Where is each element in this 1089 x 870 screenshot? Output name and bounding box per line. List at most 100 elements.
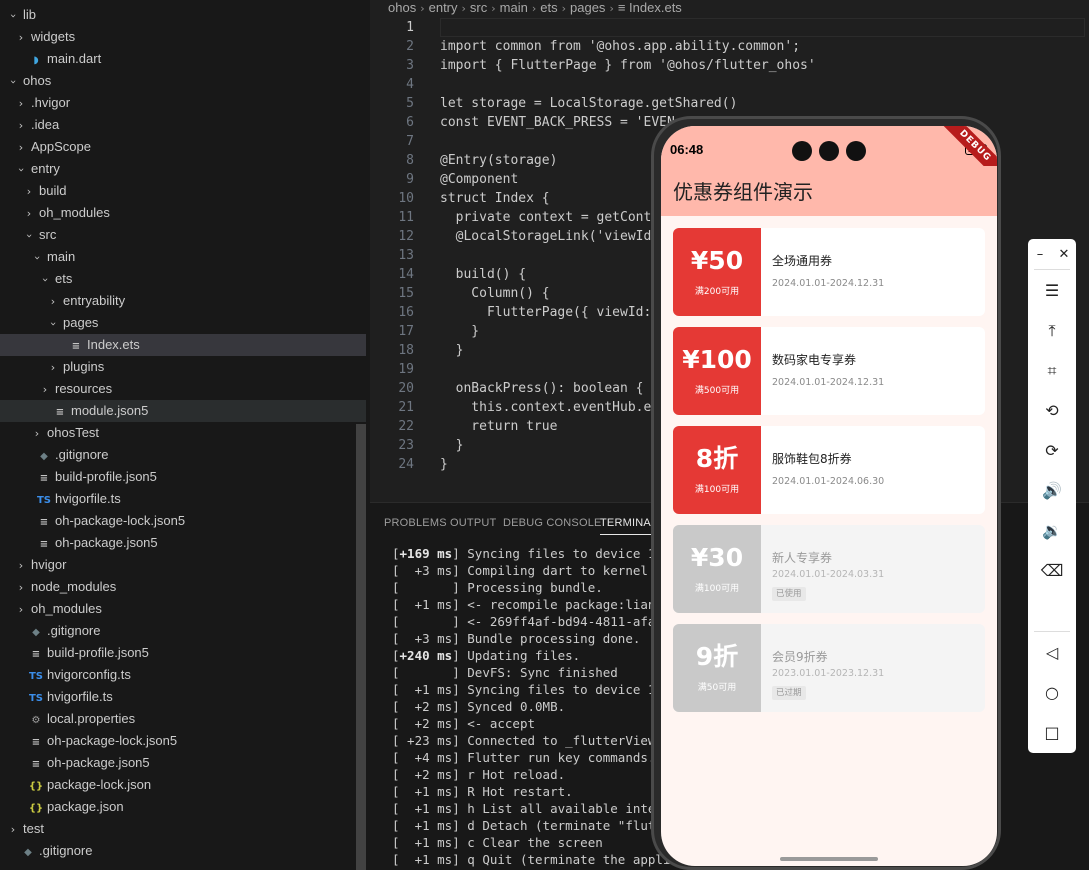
folder-item[interactable]: › .idea	[0, 114, 366, 136]
terminal-text: d Detach (terminate "flutt	[467, 818, 663, 833]
terminal-text: q Quit (terminate the appli	[467, 852, 671, 867]
coupon-name: 会员9折券	[772, 650, 828, 664]
tab-output[interactable]: OUTPUT	[450, 517, 496, 529]
code-text: import common from '@ohos.app.ability.co…	[440, 39, 801, 54]
coupon-card[interactable]: ¥30 满100可用 新人专享券 2024.01.01-2024.03.31 已使用	[673, 525, 985, 613]
code-line: 5 let storage = LocalStorage.getShared()	[370, 94, 1089, 113]
coupon-card[interactable]: 9折 满50可用 会员9折券 2023.01.01-2023.12.31 已过期	[673, 624, 985, 712]
folder-item[interactable]: › hvigor	[0, 554, 366, 576]
tree-item-label: hvigor	[31, 557, 67, 572]
tab-debug-console[interactable]: DEBUG CONSOLE	[503, 517, 602, 529]
folder-item[interactable]: › pages	[0, 312, 366, 334]
breadcrumb-item[interactable]: entry	[429, 0, 458, 15]
folder-item[interactable]: › test	[0, 818, 366, 840]
folder-item[interactable]: › entryability	[0, 290, 366, 312]
file-item[interactable]: TS hvigorfile.ts	[0, 488, 366, 510]
folder-item[interactable]: › AppScope	[0, 136, 366, 158]
folder-item[interactable]: › ohos	[0, 70, 366, 92]
breadcrumb-item[interactable]: ohos	[388, 0, 416, 15]
rotate-clockwise-icon[interactable]: ⟳	[1028, 439, 1076, 463]
emulator-toolbar: – ✕ ☰ ⤒ ⌗ ⟲ ⟳ 🔊 🔉 ⌫ ◁ ○ □	[1028, 239, 1076, 753]
volume-down-icon[interactable]: 🔉	[1028, 519, 1076, 543]
tree-item-label: hvigorfile.ts	[47, 689, 113, 704]
chevron-down-icon: ›	[39, 277, 52, 283]
tree-item-label: .gitignore	[39, 843, 93, 858]
coupon-card[interactable]: 8折 满100可用 服饰鞋包8折券 2024.01.01-2024.06.30	[673, 426, 985, 514]
tab-problems[interactable]: PROBLEMS	[384, 517, 447, 529]
tab-terminal[interactable]: TERMINAL	[600, 517, 658, 535]
explorer-scrollbar[interactable]	[356, 424, 366, 870]
coupon-name: 数码家电专享券	[772, 353, 857, 367]
home-icon[interactable]: ○	[1028, 681, 1076, 705]
folder-item[interactable]: › .hvigor	[0, 92, 366, 114]
file-item[interactable]: ◗ main.dart	[0, 48, 366, 70]
folder-item[interactable]: › entry	[0, 158, 366, 180]
recents-icon[interactable]: □	[1028, 721, 1076, 745]
minimize-icon[interactable]: –	[1028, 243, 1052, 267]
file-item[interactable]: {} package.json	[0, 796, 366, 818]
folder-item[interactable]: › node_modules	[0, 576, 366, 598]
file-item[interactable]: {} package-lock.json	[0, 774, 366, 796]
coupon-card[interactable]: ¥50 满200可用 全场通用券 2024.01.01-2024.12.31	[673, 228, 985, 316]
folder-item[interactable]: › resources	[0, 378, 366, 400]
phone-screen[interactable]: 06:48 100 DEBUG 优惠券组件演示 ¥50 满200可用 全场通用券 20…	[661, 126, 997, 866]
tree-item-label: hvigorconfig.ts	[47, 667, 131, 682]
back-icon[interactable]: ◁	[1028, 641, 1076, 665]
close-icon[interactable]: ✕	[1052, 243, 1076, 267]
folder-item[interactable]: › build	[0, 180, 366, 202]
terminal-text: h List all available inter	[467, 801, 663, 816]
chevron-down-icon: ›	[7, 13, 20, 19]
file-item[interactable]: ◆ .gitignore	[0, 444, 366, 466]
terminal-timestamp	[400, 665, 453, 680]
file-item[interactable]: ≡ oh-package-lock.json5	[0, 730, 366, 752]
folder-item[interactable]: › widgets	[0, 26, 366, 48]
chevron-right-icon: ›	[18, 31, 24, 44]
code-text: return true	[440, 419, 558, 434]
line-number: 5	[406, 96, 414, 111]
breadcrumb-item[interactable]: src	[470, 0, 487, 15]
coupon-card[interactable]: ¥100 满500可用 数码家电专享券 2024.01.01-2024.12.31	[673, 327, 985, 415]
file-item[interactable]: TS hvigorconfig.ts	[0, 664, 366, 686]
file-item[interactable]: ≡ oh-package-lock.json5	[0, 510, 366, 532]
rotate-icon[interactable]: ⟲	[1028, 399, 1076, 423]
folder-item[interactable]: › ohosTest	[0, 422, 366, 444]
breadcrumb-item[interactable]: main	[500, 0, 528, 15]
file-item[interactable]: ≡ Index.ets	[0, 334, 366, 356]
breadcrumb-item[interactable]: Index.ets	[629, 0, 682, 15]
folder-item[interactable]: › oh_modules	[0, 202, 366, 224]
folder-item[interactable]: › ets	[0, 268, 366, 290]
file-type-icon: ≡	[71, 341, 81, 352]
folder-item[interactable]: › lib	[0, 4, 366, 26]
file-item[interactable]: ≡ oh-package.json5	[0, 532, 366, 554]
tree-item-label: entryability	[63, 293, 126, 308]
volume-up-icon[interactable]: 🔊	[1028, 479, 1076, 503]
file-item[interactable]: TS hvigorfile.ts	[0, 686, 366, 708]
tree-item-label: oh_modules	[31, 601, 102, 616]
folder-item[interactable]: › oh_modules	[0, 598, 366, 620]
file-item[interactable]: ◆ .gitignore	[0, 620, 366, 642]
tree-item-label: oh-package.json5	[55, 535, 158, 550]
file-item[interactable]: ≡ module.json5	[0, 400, 366, 422]
file-item[interactable]: ≡ oh-package.json5	[0, 752, 366, 774]
file-item[interactable]: ⚙ local.properties	[0, 708, 366, 730]
terminal-line: [ +4 ms] Flutter run key commands.	[392, 750, 656, 765]
code-text: import { FlutterPage } from '@ohos/flutt…	[440, 58, 816, 73]
folder-item[interactable]: › src	[0, 224, 366, 246]
code-text: struct Index {	[440, 191, 550, 206]
tree-item-label: lib	[23, 7, 37, 22]
terminal-line: [ +1 ms] d Detach (terminate "flutt	[392, 818, 663, 833]
screenshot-crop-icon[interactable]: ⌗	[1028, 359, 1076, 383]
pin-top-icon[interactable]: ⤒	[1028, 319, 1076, 343]
eraser-icon[interactable]: ⌫	[1028, 559, 1076, 583]
folder-item[interactable]: › main	[0, 246, 366, 268]
breadcrumb-item[interactable]: ets	[540, 0, 557, 15]
home-indicator[interactable]	[780, 857, 878, 861]
file-item[interactable]: ≡ build-profile.json5	[0, 466, 366, 488]
menu-icon[interactable]: ☰	[1028, 279, 1076, 303]
file-item[interactable]: ◆ .gitignore	[0, 840, 366, 862]
file-item[interactable]: ≡ build-profile.json5	[0, 642, 366, 664]
breadcrumb-item[interactable]: pages	[570, 0, 605, 15]
tree-item-label: AppScope	[31, 139, 91, 154]
terminal-line: [ +1 ms] q Quit (terminate the appli	[392, 852, 671, 867]
folder-item[interactable]: › plugins	[0, 356, 366, 378]
